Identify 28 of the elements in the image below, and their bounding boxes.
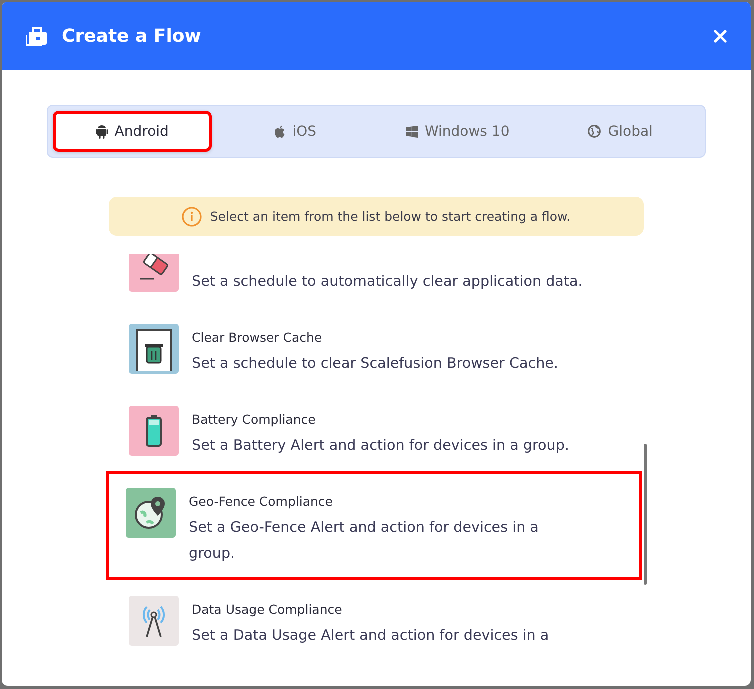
platform-tab[interactable]: Android	[53, 111, 212, 152]
flow-description: Set a schedule to automatically clear application data.	[192, 273, 584, 292]
flow-description: Set a Data Usage Alert and action for devices in a	[192, 627, 550, 646]
flow-list-item[interactable]: Set a schedule to automatically clear application data.	[109, 254, 645, 295]
platform-tab[interactable]: iOS	[216, 111, 374, 152]
dialog-title: Create a Flow	[62, 26, 202, 46]
platform-tab[interactable]: Global	[541, 111, 700, 152]
apple-icon	[274, 124, 286, 138]
info-icon	[182, 206, 202, 226]
flow-list-item[interactable]: Clear Browser Cache Set a schedule to clear Scalefusion Browser Cache.	[109, 324, 645, 377]
info-text: Select an item from the list below to start creating a flow.	[210, 209, 571, 224]
flow-description: Set a Geo-Fence Alert and action for devices in a group.	[189, 519, 540, 564]
flow-description: Set a Battery Alert and action for devices in a group.	[192, 437, 570, 456]
platform-tab[interactable]: Windows 10	[378, 111, 538, 152]
windows-icon	[406, 126, 418, 138]
flow-list-item[interactable]: Data Usage Compliance Set a Data Usage Alert and action for devices in a	[109, 596, 645, 649]
flow-title: Data Usage Compliance	[192, 601, 344, 619]
flow-list-item[interactable]: Geo-Fence Compliance Set a Geo-Fence Alert and action for devices in a group.	[106, 471, 642, 580]
flow-list-item[interactable]: Battery Compliance Set a Battery Alert and action for devices in a group.	[109, 406, 645, 459]
flow-title: Clear Browser Cache	[192, 329, 324, 347]
briefcase-icon	[26, 26, 48, 46]
battery-icon	[145, 414, 163, 448]
android-icon	[96, 124, 108, 138]
close-icon	[714, 30, 726, 42]
flow-title: Geo-Fence Compliance	[189, 493, 334, 511]
flow-description: Set a schedule to clear Scalefusion Browser Cache.	[192, 355, 560, 374]
flow-title: Battery Compliance	[192, 411, 317, 429]
globe-icon	[588, 125, 602, 138]
